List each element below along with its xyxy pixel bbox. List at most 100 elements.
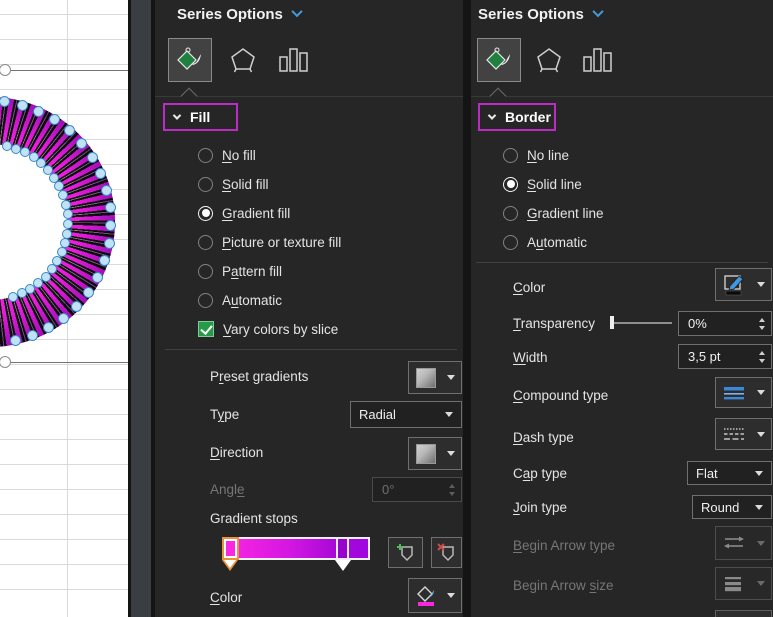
border-color-button[interactable] [715, 268, 772, 301]
radio-automatic-fill[interactable]: Automatic [198, 291, 282, 309]
selection-handle[interactable] [25, 284, 35, 294]
chevron-down-icon[interactable] [291, 5, 302, 16]
radio-icon-selected[interactable] [503, 177, 518, 192]
series-options-header[interactable]: Series Options [478, 6, 602, 23]
chevron-down-icon [488, 111, 496, 119]
radio-icon[interactable] [198, 235, 213, 250]
selection-handle[interactable] [43, 322, 54, 333]
radio-icon[interactable] [198, 177, 213, 192]
add-stop-icon [396, 543, 415, 562]
selection-handle[interactable] [49, 114, 60, 125]
fill-section-header[interactable]: Fill [163, 103, 238, 131]
series-options-header[interactable]: Series Options [177, 6, 301, 23]
remove-gradient-stop-button[interactable] [431, 537, 462, 568]
transparency-slider[interactable] [610, 316, 672, 330]
chart-resize-handle[interactable] [0, 64, 11, 76]
radio-icon[interactable] [503, 235, 518, 250]
selection-handle[interactable] [8, 292, 18, 302]
selection-handle[interactable] [92, 272, 103, 283]
selection-handle[interactable] [27, 330, 38, 341]
selection-handle[interactable] [17, 288, 27, 298]
spinner-buttons[interactable] [759, 351, 765, 363]
selection-handle[interactable] [105, 202, 116, 213]
selection-handle[interactable] [10, 335, 21, 346]
selection-handle[interactable] [33, 106, 44, 117]
tab-effects[interactable] [527, 38, 571, 82]
gradient-stops-bar[interactable] [222, 537, 370, 560]
dropdown-arrow-icon[interactable] [447, 451, 455, 456]
tab-series-options[interactable] [575, 38, 619, 82]
dropdown-arrow-icon[interactable] [447, 375, 455, 380]
spinner-buttons [449, 484, 455, 496]
dropdown-arrow-icon[interactable] [757, 432, 765, 437]
add-gradient-stop-button[interactable] [388, 537, 423, 568]
gradient-stop-pointer[interactable] [335, 560, 351, 571]
selection-handle[interactable] [64, 125, 75, 136]
tab-series-options[interactable] [271, 38, 315, 82]
radio-no-fill[interactable]: No fill [198, 146, 256, 164]
gradient-stop[interactable] [336, 537, 349, 560]
compound-type-button[interactable] [715, 377, 772, 408]
selection-handle[interactable] [95, 168, 106, 179]
radio-icon[interactable] [198, 264, 213, 279]
border-section-header[interactable]: Border [478, 103, 556, 131]
gradient-stop-pointer-selected[interactable] [222, 560, 238, 571]
dropdown-arrow-icon[interactable] [757, 282, 765, 287]
chevron-down-icon[interactable] [592, 5, 603, 16]
selection-handle[interactable] [17, 100, 28, 111]
direction-button[interactable] [408, 437, 462, 470]
preset-gradients-button[interactable] [408, 361, 462, 394]
selection-handle[interactable] [105, 220, 116, 231]
join-type-dropdown[interactable]: Round [692, 495, 772, 519]
cap-type-dropdown[interactable]: Flat [687, 461, 772, 485]
tab-fill-line[interactable] [168, 38, 212, 82]
gradient-stop-selected[interactable] [222, 537, 239, 560]
radio-gradient-fill[interactable]: Gradient fill [198, 204, 290, 222]
selection-handle[interactable] [58, 313, 69, 324]
dropdown-arrow-icon[interactable] [757, 390, 765, 395]
selection-handle[interactable] [76, 138, 87, 149]
selection-handle[interactable] [63, 209, 73, 219]
radio-icon[interactable] [198, 293, 213, 308]
spinner-buttons[interactable] [759, 318, 765, 330]
checkbox-checked-icon[interactable] [198, 321, 214, 337]
selection-handle[interactable] [83, 287, 94, 298]
transparency-spinner[interactable]: 0% [678, 311, 772, 336]
selection-handle[interactable] [62, 229, 72, 239]
selection-handle[interactable] [58, 190, 68, 200]
checkbox-vary-colors-by-slice[interactable]: Vary colors by slice [198, 320, 338, 338]
radio-pattern-fill[interactable]: Pattern fill [198, 262, 282, 280]
width-spinner[interactable]: 3,5 pt [678, 344, 772, 369]
fill-color-button[interactable] [408, 578, 462, 613]
tab-effects[interactable] [221, 38, 265, 82]
type-dropdown[interactable]: Radial [350, 401, 462, 428]
selection-handle[interactable] [87, 152, 98, 163]
doughnut-chart-series[interactable] [0, 97, 115, 347]
radio-icon[interactable] [503, 206, 518, 221]
radio-no-line[interactable]: No line [503, 146, 569, 164]
selection-handle[interactable] [101, 185, 112, 196]
radio-gradient-line[interactable]: Gradient line [503, 204, 604, 222]
tab-fill-line[interactable] [477, 38, 521, 82]
selection-handle[interactable] [61, 200, 71, 210]
selection-handle[interactable] [71, 301, 82, 312]
radio-solid-line[interactable]: Solid line [503, 175, 582, 193]
chart-resize-handle[interactable] [0, 356, 11, 368]
radio-icon[interactable] [503, 148, 518, 163]
slider-track[interactable] [610, 322, 672, 324]
selected-tab-notch [490, 88, 507, 105]
radio-picture-texture-fill[interactable]: Picture or texture fill [198, 233, 341, 251]
worksheet-scrollbar[interactable] [131, 0, 151, 617]
dropdown-arrow-icon[interactable] [447, 593, 455, 598]
radio-icon-selected[interactable] [198, 206, 213, 221]
selection-handle[interactable] [99, 255, 110, 266]
radio-icon[interactable] [198, 148, 213, 163]
slider-thumb[interactable] [610, 316, 614, 329]
selection-handle[interactable] [104, 238, 115, 249]
selection-handle[interactable] [0, 96, 10, 107]
radio-solid-fill[interactable]: Solid fill [198, 175, 269, 193]
dash-type-button[interactable] [715, 418, 772, 450]
selection-handle[interactable] [63, 219, 73, 229]
radio-automatic-line[interactable]: Automatic [503, 233, 587, 251]
selection-handle[interactable] [33, 278, 43, 288]
